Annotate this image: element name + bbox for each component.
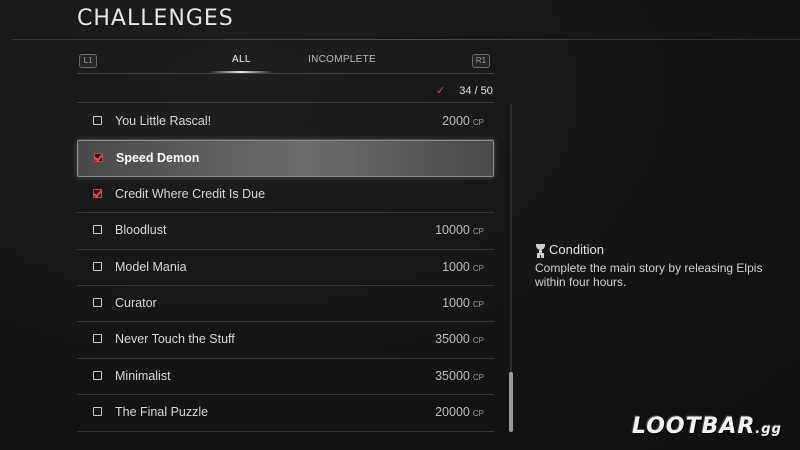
points-value: 10000 (435, 223, 470, 238)
challenge-points: 1000 CP (442, 260, 484, 274)
checkbox-icon (93, 225, 102, 235)
challenge-name: Bloodlust (115, 223, 167, 238)
challenge-points: 35000 CP (435, 369, 484, 383)
challenge-name: The Final Puzzle (115, 405, 209, 420)
challenge-points: 1000 CP (442, 296, 484, 310)
checkbox-icon (93, 297, 102, 307)
challenge-name: Credit Where Credit Is Due (115, 186, 266, 201)
progress-counter: ✓ 34 / 50 (436, 84, 493, 97)
points-value: 20000 (435, 405, 470, 420)
points-unit: CP (472, 336, 484, 346)
points-value: 2000 (442, 114, 470, 128)
challenge-row[interactable]: Credit Where Credit Is Due (77, 177, 494, 214)
challenge-name: You Little Rascal! (115, 114, 212, 128)
trophy-icon (535, 244, 546, 255)
tab-all[interactable]: ALL (232, 54, 251, 65)
challenge-points: 10000 CP (435, 223, 484, 237)
counter-divider (77, 102, 494, 103)
condition-label: Condition (549, 242, 604, 257)
points-unit: CP (472, 263, 484, 273)
condition-heading: Condition (535, 242, 775, 257)
check-icon: ✓ (436, 85, 446, 97)
tab-divider (77, 73, 494, 74)
l1-bumper-icon[interactable]: L1 (79, 54, 97, 68)
challenge-row[interactable]: Model Mania 1000 CP (77, 250, 494, 286)
challenge-list: You Little Rascal! 2000 CP Speed Demon Credi… (77, 104, 494, 432)
scrollbar-thumb[interactable] (509, 372, 513, 432)
points-value: 35000 (435, 368, 470, 383)
points-unit: CP (472, 118, 484, 127)
points-unit: CP (472, 227, 484, 237)
challenge-row[interactable]: Bloodlust 10000 CP (77, 213, 494, 250)
page-title: CHALLENGES (77, 6, 234, 31)
points-unit: CP (472, 409, 484, 419)
challenge-points: 35000 CP (435, 332, 484, 346)
challenge-points: 2000 CP (442, 114, 484, 128)
challenge-row[interactable]: Curator 1000 CP (77, 286, 494, 323)
checkbox-checked-icon (94, 153, 103, 163)
challenge-row[interactable]: Never Touch the Stuff 35000 CP (77, 322, 494, 359)
tab-bar: L1 ALL INCOMPLETE R1 (77, 50, 494, 74)
lootbar-watermark-logo: LOOTBAR.gg (632, 414, 782, 439)
challenge-row[interactable]: Minimalist 35000 CP (77, 359, 494, 396)
points-unit: CP (472, 372, 484, 382)
tab-incomplete[interactable]: INCOMPLETE (308, 54, 376, 65)
checkbox-icon (93, 261, 102, 271)
checkbox-icon (93, 370, 102, 380)
points-value: 35000 (435, 332, 470, 347)
challenge-name: Speed Demon (116, 151, 200, 166)
points-value: 1000 (442, 295, 470, 310)
challenge-name: Minimalist (115, 368, 171, 383)
progress-text: 34 / 50 (459, 85, 493, 97)
points-value: 1000 (442, 259, 470, 274)
challenge-name: Model Mania (115, 259, 187, 274)
checkbox-icon (93, 116, 102, 125)
challenge-row[interactable]: Speed Demon (77, 140, 494, 177)
challenge-row[interactable]: The Final Puzzle 20000 CP (77, 395, 494, 432)
points-unit: CP (472, 299, 484, 309)
r1-bumper-icon[interactable]: R1 (472, 54, 490, 68)
challenge-name: Never Touch the Stuff (115, 332, 235, 347)
condition-description: Complete the main story by releasing Elp… (535, 261, 763, 289)
detail-panel: Condition Complete the main story by rel… (535, 242, 775, 289)
title-divider (12, 39, 800, 40)
challenge-name: Curator (115, 295, 157, 310)
challenge-row[interactable]: You Little Rascal! 2000 CP (77, 104, 494, 141)
checkbox-icon (93, 334, 102, 344)
checkbox-checked-icon (93, 188, 102, 198)
challenge-points: 20000 CP (435, 405, 484, 419)
checkbox-icon (93, 407, 102, 417)
